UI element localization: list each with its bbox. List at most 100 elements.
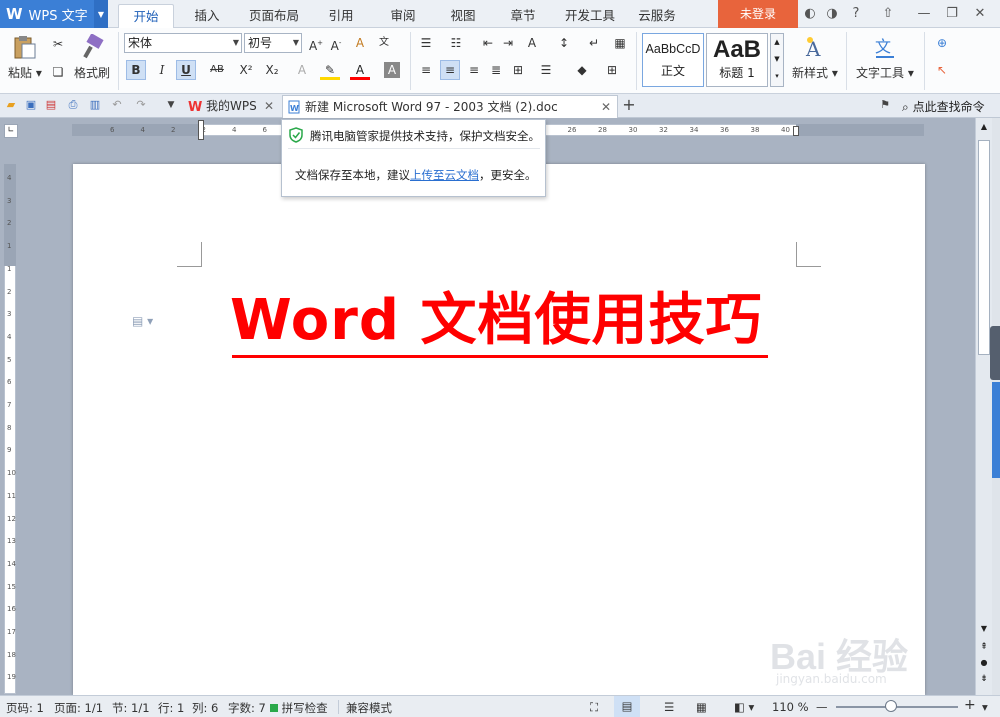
new-style-button[interactable]: 新样式 ▾ (792, 64, 838, 81)
shrink-font-icon[interactable]: A- (326, 33, 346, 53)
zoom-in-icon[interactable]: + (964, 697, 976, 713)
show-marks-icon[interactable]: ↵ (584, 33, 604, 53)
close-icon[interactable]: ✕ (264, 95, 274, 117)
decrease-indent-icon[interactable]: ⇤ (478, 33, 498, 53)
font-size-select[interactable]: 初号 ▼ (244, 33, 302, 53)
tab-cloud[interactable]: 云服务 (634, 4, 680, 28)
italic-button[interactable]: I (152, 60, 172, 80)
eye-protection-icon[interactable]: ◧ ▾ (734, 700, 754, 714)
sort-icon[interactable]: ↕ (554, 33, 574, 53)
upload-icon[interactable]: ⇧ (880, 6, 896, 22)
subscript-button[interactable]: X₂ (262, 60, 282, 80)
zoom-slider[interactable] (836, 706, 958, 708)
reading-mode-icon[interactable]: ⛶ (590, 700, 598, 715)
char-shading-icon[interactable]: A (384, 62, 400, 78)
status-row[interactable]: 行: 1 (158, 700, 184, 716)
print-icon[interactable]: ⎙ (66, 98, 80, 112)
style-normal[interactable]: AaBbCcD 正文 (642, 33, 704, 87)
format-painter-icon[interactable] (80, 34, 106, 60)
clear-format-icon[interactable]: A (350, 33, 370, 53)
grow-font-icon[interactable]: A+ (306, 33, 326, 53)
page-view-icon[interactable]: ▤ (614, 696, 640, 717)
justify-icon[interactable]: ≣ (486, 60, 506, 80)
task-pane-toggle[interactable] (992, 382, 1000, 478)
status-column[interactable]: 列: 6 (192, 700, 218, 716)
zoom-level[interactable]: 110 % (772, 700, 809, 714)
select-browse-icon[interactable]: ● (978, 658, 990, 670)
align-right-icon[interactable]: ≡ (464, 60, 484, 80)
tab-my-wps[interactable]: W 我的WPS ✕ (184, 95, 280, 118)
export-pdf-icon[interactable]: ▤ (44, 98, 58, 112)
zoom-out-icon[interactable]: — (816, 700, 828, 714)
close-icon[interactable]: ✕ (972, 6, 988, 22)
tab-home[interactable]: 开始 (118, 4, 174, 29)
format-painter-button[interactable]: 格式刷 (74, 64, 110, 81)
line-spacing-icon[interactable]: ☰ (536, 60, 556, 80)
indent-marker[interactable] (198, 120, 204, 140)
outline-view-icon[interactable]: ☰ (664, 700, 674, 714)
scroll-down-icon[interactable]: ▼ (978, 624, 990, 636)
chinese-layout-icon[interactable]: A (522, 33, 542, 53)
align-center-icon[interactable]: ≡ (440, 60, 460, 80)
restore-icon[interactable]: ❐ (944, 6, 960, 22)
redo-icon[interactable]: ↷ (134, 98, 148, 112)
minimize-icon[interactable]: — (916, 6, 932, 22)
right-indent-marker[interactable] (793, 126, 799, 136)
close-icon[interactable]: ✕ (601, 96, 611, 118)
upload-cloud-link[interactable]: 上传至云文档 (410, 168, 479, 182)
numbered-list-icon[interactable]: ☷ (446, 33, 466, 53)
paste-icon[interactable] (12, 34, 38, 60)
tab-stop-selector[interactable]: ∟ (4, 124, 18, 138)
pin-icon[interactable]: ⚑ (878, 98, 892, 112)
borders-icon[interactable]: ⊞ (602, 60, 622, 80)
feedback-icon[interactable]: ◑ (824, 6, 840, 22)
bold-button[interactable]: B (126, 60, 146, 80)
tab-page-layout[interactable]: 页面布局 (242, 4, 306, 28)
distribute-icon[interactable]: ⊞ (508, 60, 528, 80)
highlight-icon[interactable]: ✎ (320, 60, 340, 80)
increase-indent-icon[interactable]: ⇥ (498, 33, 518, 53)
login-button[interactable]: 未登录 (718, 0, 798, 28)
undo-icon[interactable]: ↶ (110, 98, 124, 112)
find-replace-icon[interactable]: ⊕ (932, 33, 952, 53)
next-page-icon[interactable]: ⇟ (978, 674, 990, 686)
tab-review[interactable]: 审阅 (380, 4, 426, 28)
paragraph-options-icon[interactable]: ▤ ▾ (132, 314, 153, 328)
web-view-icon[interactable]: ▦ (696, 700, 707, 714)
tab-insert[interactable]: 插入 (180, 4, 234, 28)
superscript-button[interactable]: X² (236, 60, 256, 80)
tab-chapter[interactable]: 章节 (500, 4, 546, 28)
phonetic-guide-icon[interactable]: 文 (374, 33, 394, 53)
text-effect-icon[interactable]: A (292, 60, 312, 80)
chevron-down-icon[interactable]: ▾ (982, 700, 988, 714)
table-icon[interactable]: ▦ (610, 33, 630, 53)
align-left-icon[interactable]: ≡ (416, 60, 436, 80)
tab-references[interactable]: 引用 (318, 4, 364, 28)
shading-icon[interactable]: ◆ (572, 60, 592, 80)
copy-icon[interactable]: ❏ (48, 62, 68, 82)
status-section[interactable]: 节: 1/1 (112, 700, 150, 716)
cut-icon[interactable]: ✂ (48, 34, 68, 54)
zoom-slider-handle[interactable] (884, 700, 897, 712)
command-search[interactable]: ⌕ 点此查找命令 (902, 98, 985, 115)
paste-button[interactable]: 粘贴 ▾ (8, 64, 42, 81)
scroll-up-icon[interactable]: ▲ (978, 122, 990, 134)
prev-page-icon[interactable]: ⇞ (978, 642, 990, 654)
style-heading1[interactable]: AaB 标题 1 (706, 33, 768, 87)
skin-icon[interactable]: ◐ (802, 6, 818, 22)
open-icon[interactable]: ▰ (4, 98, 18, 112)
task-pane-handle[interactable] (990, 326, 1000, 380)
strikethrough-button[interactable]: AB (206, 60, 228, 80)
spell-check-toggle[interactable]: 拼写检查 (270, 700, 328, 716)
tab-document[interactable]: W 新建 Microsoft Word 97 - 2003 文档 (2).doc… (282, 95, 618, 118)
status-page-number[interactable]: 页码: 1 (6, 700, 44, 716)
document-title[interactable]: Word 文档使用技巧 (230, 290, 770, 352)
bullet-list-icon[interactable]: ☰ (416, 33, 436, 53)
new-tab-icon[interactable]: + (622, 97, 636, 113)
status-pages[interactable]: 页面: 1/1 (54, 700, 103, 716)
chevron-down-icon[interactable]: ▼ (164, 98, 178, 112)
tab-developer[interactable]: 开发工具 (560, 4, 620, 28)
print-preview-icon[interactable]: ▥ (88, 98, 102, 112)
text-tools-button[interactable]: 文字工具 ▾ (856, 64, 914, 81)
scrollbar-thumb[interactable] (978, 140, 990, 355)
